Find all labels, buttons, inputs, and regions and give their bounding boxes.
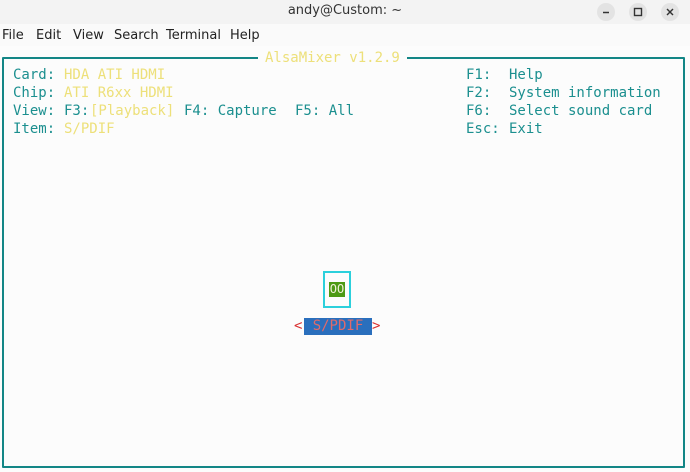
window-title: andy@Custom: ~ bbox=[287, 3, 403, 18]
menu-terminal[interactable]: Terminal bbox=[166, 28, 221, 43]
menu-view[interactable]: View bbox=[73, 28, 104, 43]
menu-file[interactable]: File bbox=[2, 28, 24, 43]
mixer-title: AlsaMixer v1.2.9 bbox=[258, 49, 407, 67]
minimize-icon bbox=[603, 11, 609, 14]
menu-bar: File Edit View Search Terminal Help bbox=[0, 24, 690, 46]
left-arrow: < bbox=[294, 318, 303, 334]
help-label-esc: Exit bbox=[509, 121, 543, 137]
close-icon bbox=[666, 8, 674, 16]
help-key-esc: Esc: bbox=[466, 121, 500, 137]
control-name-selected[interactable]: S/PDIF bbox=[304, 318, 372, 335]
item-value: S/PDIF bbox=[64, 121, 115, 137]
maximize-icon bbox=[633, 7, 643, 17]
help-label-f1: Help bbox=[509, 67, 543, 83]
volume-control-box[interactable]: OO bbox=[323, 271, 351, 308]
help-key-f2: F2: bbox=[466, 85, 492, 101]
right-arrow: > bbox=[372, 318, 381, 334]
help-label-f6: Select sound card bbox=[509, 103, 653, 119]
terminal-area[interactable]: AlsaMixer v1.2.9 Card: HDA ATI HDMI Chip… bbox=[0, 46, 690, 472]
item-label: Item: bbox=[13, 121, 56, 137]
chip-label: Chip: bbox=[13, 85, 56, 101]
minimize-button[interactable] bbox=[597, 3, 615, 21]
card-value: HDA ATI HDMI bbox=[64, 67, 166, 83]
view-label: View: bbox=[13, 103, 56, 119]
close-button[interactable] bbox=[661, 3, 679, 21]
menu-help[interactable]: Help bbox=[230, 28, 260, 43]
help-key-f1: F1: bbox=[466, 67, 492, 83]
chip-value: ATI R6xx HDMI bbox=[64, 85, 174, 101]
view-f3-key: F3: bbox=[64, 103, 90, 119]
menu-edit[interactable]: Edit bbox=[36, 28, 61, 43]
mute-indicator[interactable]: OO bbox=[329, 282, 345, 297]
view-all[interactable]: F5: All bbox=[295, 102, 354, 120]
title-bar: andy@Custom: ~ bbox=[0, 0, 690, 24]
help-label-f2: System information bbox=[509, 85, 661, 101]
card-label: Card: bbox=[13, 67, 56, 83]
maximize-button[interactable] bbox=[629, 3, 647, 21]
view-capture[interactable]: F4: Capture bbox=[184, 102, 277, 120]
help-key-f6: F6: bbox=[466, 103, 492, 119]
view-playback-selected[interactable]: [Playback] bbox=[90, 102, 174, 120]
menu-search[interactable]: Search bbox=[114, 28, 159, 43]
